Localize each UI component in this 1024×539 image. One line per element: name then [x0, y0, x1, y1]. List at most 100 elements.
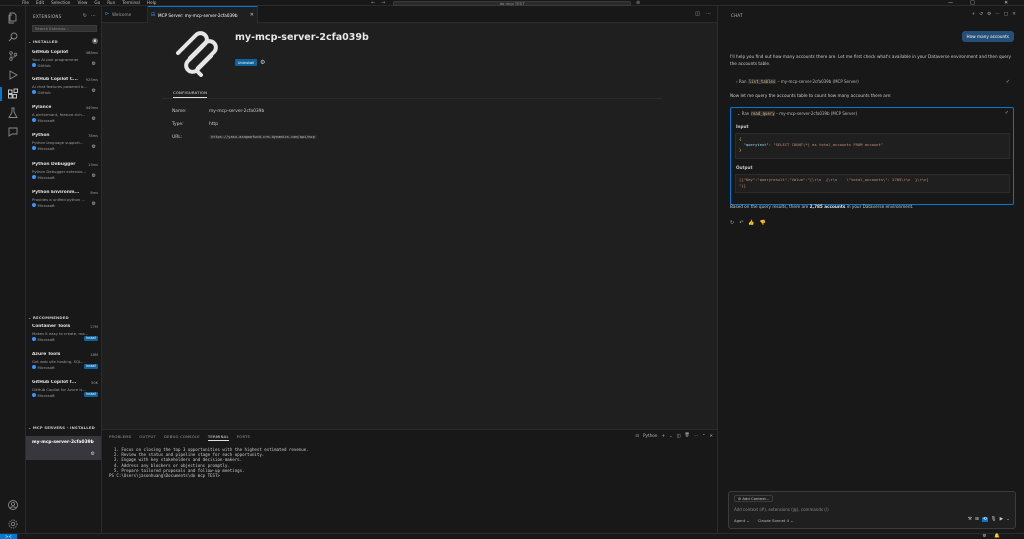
extension-publisher: Microsoft	[32, 393, 55, 398]
add-context-button[interactable]: ⊘ Add Context...	[734, 495, 774, 502]
gear-icon[interactable]: ⚙	[91, 451, 95, 457]
recommended-section-header[interactable]: ⌄ RECOMMENDED	[28, 315, 100, 320]
command-center-label: do mcp TEST	[499, 0, 525, 6]
copilot-status-icon[interactable]: ⊚	[982, 534, 986, 539]
mode-dropdown[interactable]: Agent ⌄	[734, 518, 750, 523]
terminal-name[interactable]: Python	[643, 433, 658, 438]
extension-description: Makes it easy to create, ma...	[32, 330, 89, 336]
uninstall-button[interactable]: Uninstall	[235, 59, 257, 66]
source-control-icon[interactable]	[7, 50, 19, 62]
tab-ports[interactable]: PORTS	[237, 434, 250, 441]
gear-icon[interactable]: ⚙	[92, 116, 96, 122]
gear-icon[interactable]: ⚙	[92, 201, 96, 207]
terminal-output[interactable]: 1. Focus on closing the top 3 opportunit…	[109, 447, 309, 478]
microphone-icon[interactable]: 🎙	[991, 517, 997, 522]
install-button[interactable]: Install	[84, 364, 98, 369]
extension-activation-time: 8ms	[90, 190, 98, 195]
extension-search-input[interactable]: Search Extensio...	[32, 25, 97, 32]
extension-item[interactable]: Python Debugger 13ms Python Debugger ext…	[32, 162, 100, 188]
copilot-chat-icon[interactable]	[7, 126, 19, 138]
refresh-icon[interactable]: ↻	[83, 13, 87, 19]
extension-item[interactable]: Container Tools 27M Makes it easy to cre…	[32, 324, 100, 350]
notifications-bell-icon[interactable]: 🔔	[994, 534, 1000, 539]
extension-item[interactable]: GitHub Copilot C... 925ms AI chat featur…	[32, 77, 100, 103]
tool-call-header[interactable]: ⌄ Ran read_query – my-mcp-server-2cfa039…	[731, 108, 1013, 120]
testing-icon[interactable]	[7, 107, 19, 119]
extensions-icon[interactable]	[0, 87, 19, 101]
output-code-block[interactable]: [{"Key":"queryresult","Value":"[\r\n {\r…	[735, 174, 1010, 193]
close-icon[interactable]: ✕	[709, 433, 713, 438]
thumbs-down-icon[interactable]: 👎	[760, 220, 766, 226]
search-icon[interactable]	[7, 31, 19, 43]
settings-gear-icon[interactable]	[7, 518, 19, 530]
send-icon[interactable]: ▶	[1000, 517, 1004, 522]
gear-icon[interactable]: ⚙	[92, 61, 96, 67]
mcp-server-toggle-icon[interactable]: ⟲	[981, 517, 988, 522]
tab-problems[interactable]: PROBLEMS	[109, 434, 131, 441]
gear-icon[interactable]: ⚙	[92, 173, 96, 179]
gear-icon[interactable]: ⚙	[92, 88, 96, 94]
config-key: Name:	[172, 109, 187, 114]
chevron-down-icon[interactable]: ⌄	[1006, 517, 1010, 522]
tools-icon[interactable]: ⚒	[968, 517, 972, 522]
thumbs-up-icon[interactable]: 👍	[748, 220, 754, 226]
config-value-url[interactable]: https://yasu-azagoofund.crm.dynamics.com…	[209, 135, 317, 139]
tool-call-list-tables[interactable]: › Ran list_tables – my-mcp-server-2cfa03…	[730, 76, 1014, 88]
extension-item[interactable]: Python Environm... 8ms Provides a unifie…	[32, 190, 100, 216]
input-code-block[interactable]: { "querytext": "SELECT COUNT(*) as total…	[735, 133, 1010, 159]
model-dropdown[interactable]: Claude Sonnet 4 ⌄	[758, 518, 794, 523]
extension-item[interactable]: GitHub Copilot 468ms Your AI pair progra…	[32, 50, 100, 76]
trash-icon[interactable]: 🗑	[684, 432, 689, 438]
retry-icon[interactable]: ↻	[730, 220, 734, 226]
mcp-servers-section-label: MCP SERVERS - INSTALLED	[32, 425, 95, 430]
tab-configuration[interactable]: CONFIGURATION	[173, 90, 208, 98]
tab-mcp-server[interactable]: ⊟ MCP Server: my-mcp-server-2cfa039b ✕	[148, 6, 258, 23]
gear-icon[interactable]: ⚙	[92, 144, 96, 150]
extension-description: A performant, feature-rich...	[32, 111, 86, 117]
tool-ran-label: Ran	[738, 79, 747, 84]
more-actions-icon[interactable]: ⋯	[91, 13, 96, 19]
new-chat-icon[interactable]: +	[971, 12, 975, 17]
extension-item[interactable]: Pylance 449ms A performant, feature-rich…	[32, 105, 100, 131]
tab-output[interactable]: OUTPUT	[139, 434, 156, 441]
history-icon[interactable]: ↺	[979, 12, 983, 17]
tab-welcome[interactable]: ⊳ Welcome	[102, 6, 148, 23]
more-actions-icon[interactable]: ⋯	[706, 6, 711, 23]
extension-item[interactable]: GitHub Copilot f... 50K GitHub Copilot f…	[32, 380, 100, 406]
close-icon[interactable]: ✕	[1012, 12, 1016, 17]
extension-activation-time: 925ms	[85, 77, 98, 82]
extension-name: GitHub Copilot f...	[32, 380, 77, 385]
gear-icon[interactable]: ⚙	[260, 59, 265, 66]
remote-indicator[interactable]: ><	[0, 534, 17, 539]
mcp-server-item[interactable]: my-mcp-server-2cfa039b ⚙	[26, 436, 101, 460]
tab-debug-console[interactable]: DEBUG CONSOLE	[164, 434, 200, 441]
undo-icon[interactable]: ↶	[739, 220, 743, 226]
extension-item[interactable]: Azure Tools 18M Get web site hosting, SQ…	[32, 352, 100, 378]
config-key: URL:	[172, 135, 183, 140]
run-debug-icon[interactable]	[7, 69, 19, 81]
install-button[interactable]: Install	[84, 392, 98, 397]
more-actions-icon[interactable]: ⋯	[995, 12, 1000, 17]
maximize-panel-icon[interactable]: ⌃	[702, 433, 706, 438]
explorer-icon[interactable]	[7, 12, 19, 24]
chat-input[interactable]: Add context (#), extensions (@), command…	[734, 507, 829, 512]
tab-terminal[interactable]: TERMINAL	[207, 434, 229, 441]
mcp-servers-section-header[interactable]: ⌄ MCP SERVERS - INSTALLED	[28, 425, 100, 430]
publisher-name: GitHub	[37, 62, 51, 68]
gear-icon[interactable]: ⚙	[987, 12, 991, 17]
split-editor-icon[interactable]: ◫	[695, 6, 700, 23]
split-terminal-icon[interactable]: ◫	[676, 433, 680, 438]
install-button[interactable]: Install	[84, 336, 98, 341]
close-icon[interactable]: ✕	[250, 7, 254, 24]
user-message: How many accounts	[961, 31, 1014, 42]
more-actions-icon[interactable]: ⋯	[694, 433, 698, 438]
command-center[interactable]: do mcp TEST	[393, 0, 631, 6]
input-label: Input	[736, 124, 749, 129]
installed-section-header[interactable]: ⌄ INSTALLED 6	[28, 38, 100, 44]
maximize-icon[interactable]: □	[1004, 12, 1008, 17]
account-icon[interactable]	[7, 499, 19, 511]
chevron-down-icon[interactable]: ⌄	[669, 433, 673, 438]
new-terminal-icon[interactable]: +	[661, 433, 665, 438]
add-icon[interactable]: ⊞	[975, 517, 979, 522]
extension-item[interactable]: Python 78ms Python language support... M…	[32, 133, 100, 159]
